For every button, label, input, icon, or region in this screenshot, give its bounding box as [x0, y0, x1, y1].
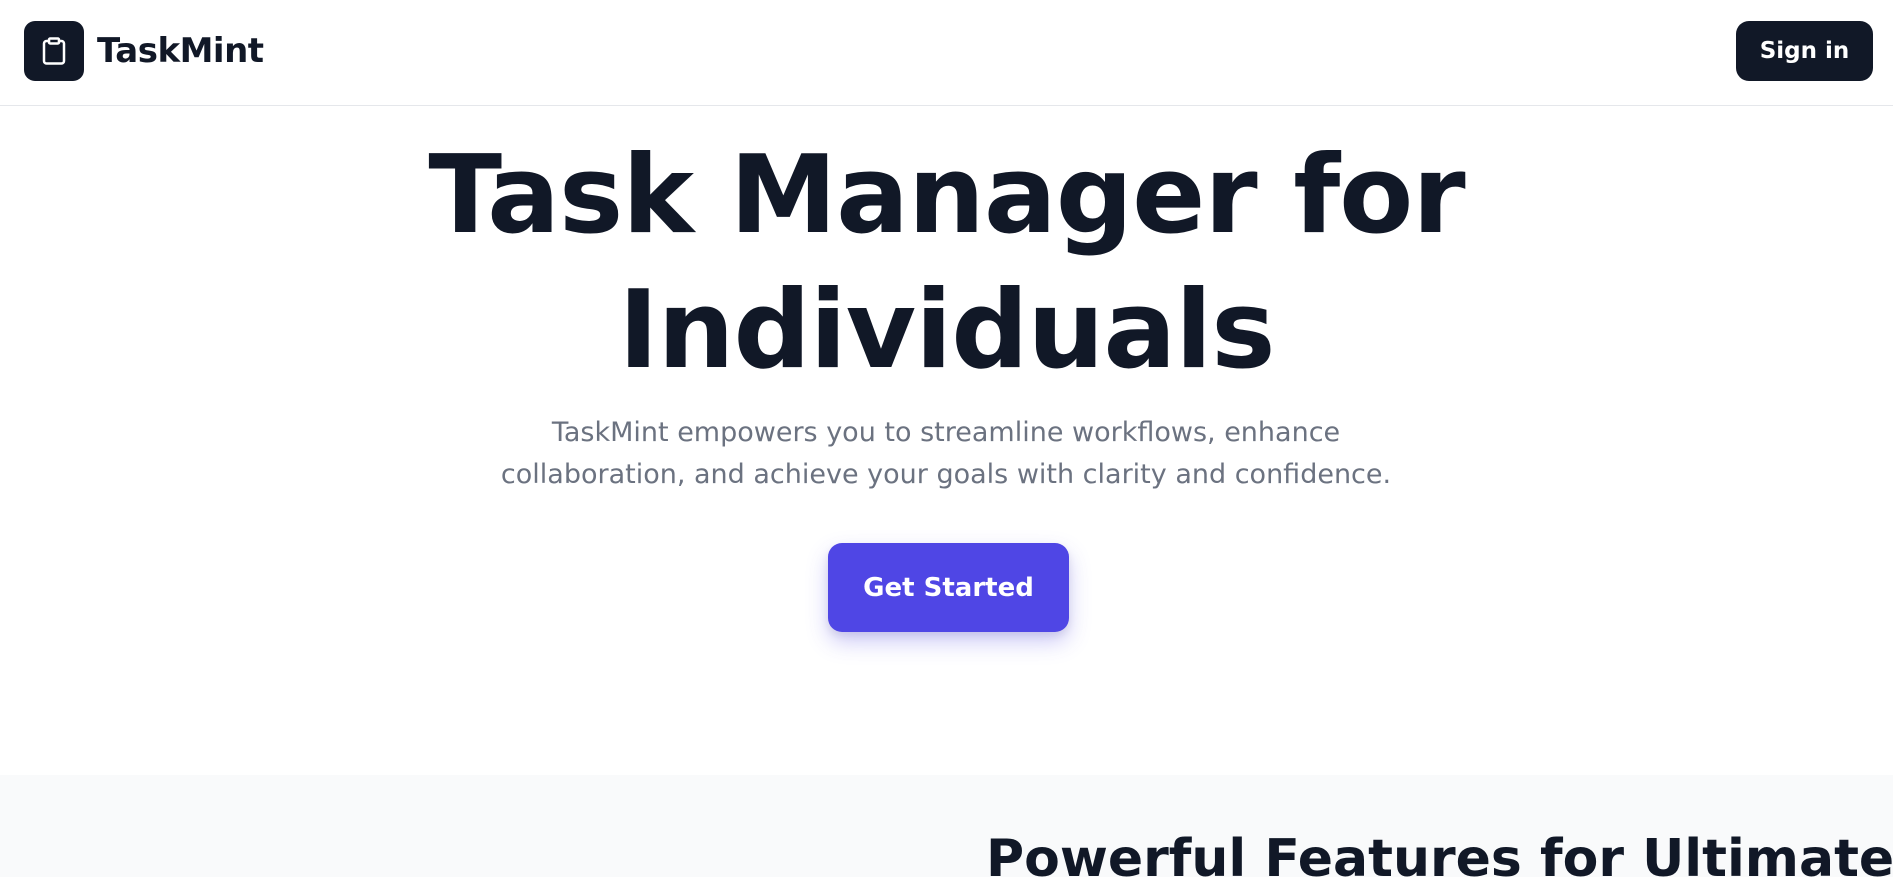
brand-logo: [24, 21, 84, 81]
features-heading: Powerful Features for Ultimate: [986, 829, 1893, 877]
features-section: Powerful Features for Ultimate: [0, 775, 1893, 877]
get-started-button[interactable]: Get Started: [828, 543, 1069, 632]
hero-subtitle-line-2: collaboration, and achieve your goals wi…: [500, 459, 1392, 490]
hero-title: Task Manager for Individuals: [0, 128, 1893, 398]
clipboard-icon: [42, 37, 66, 65]
sign-in-button[interactable]: Sign in: [1736, 21, 1873, 81]
top-navigation-bar: TaskMint Sign in: [0, 0, 1893, 106]
hero-title-line-2: Individuals: [618, 268, 1275, 393]
brand-home-link[interactable]: TaskMint: [24, 21, 264, 81]
hero-subtitle: TaskMint empowers you to streamline work…: [496, 412, 1396, 496]
hero-title-line-1: Task Manager for: [428, 133, 1465, 258]
hero-subtitle-line-1: TaskMint empowers you to streamline work…: [551, 417, 1341, 448]
brand-name: TaskMint: [97, 31, 264, 71]
